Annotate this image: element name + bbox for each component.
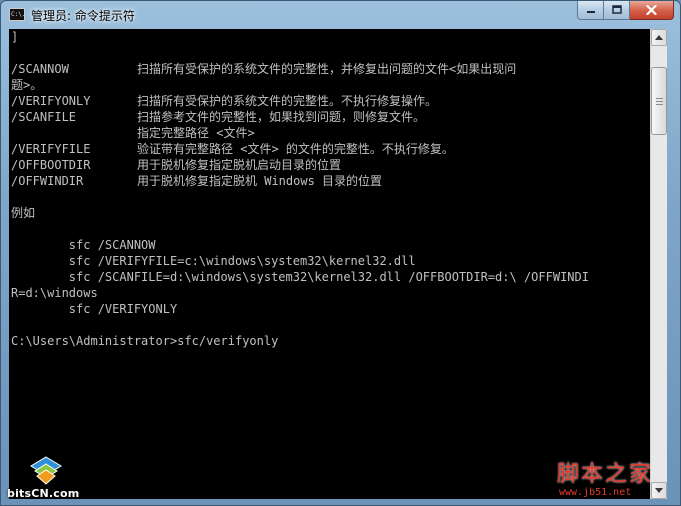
console-switch-description: 扫描所有受保护的系统文件的完整性。不执行修复操作。 bbox=[137, 94, 438, 108]
minimize-icon bbox=[586, 11, 595, 13]
console-switch-description: 指定完整路径 <文件> bbox=[137, 126, 255, 140]
console-switch: /OFFWINDIR bbox=[11, 174, 84, 188]
console-switch-description: 用于脱机修复指定脱机 Windows 目录的位置 bbox=[137, 174, 383, 188]
console-line: sfc /SCANFILE=d:\windows\system32\kernel… bbox=[11, 270, 589, 284]
minimize-button[interactable] bbox=[577, 1, 604, 20]
grip-line bbox=[656, 104, 663, 105]
console-line: C:\Users\Administrator>sfc/verifyonly bbox=[11, 334, 279, 348]
console-switch-description: 扫描参考文件的完整性，如果找到问题，则修复文件。 bbox=[137, 110, 426, 124]
bitscn-watermark: bitsCN.com bbox=[5, 456, 95, 504]
command-prompt-window: C:\. 管理员: 命令提示符 ] /SCANNOW 扫描所有受保护的系统文件的完整… bbox=[0, 0, 681, 506]
console-line: 题>。 bbox=[11, 78, 43, 92]
vertical-scrollbar[interactable] bbox=[650, 29, 667, 499]
grip-line bbox=[656, 101, 663, 102]
cmd-app-icon[interactable]: C:\. bbox=[9, 8, 25, 21]
window-controls bbox=[577, 1, 674, 21]
console-line: /SCANFILE 扫描参考文件的完整性，如果找到问题，则修复文件。 bbox=[11, 109, 650, 125]
console-line: /SCANNOW 扫描所有受保护的系统文件的完整性，并修复出问题的文件<如果出现问 bbox=[11, 61, 650, 77]
jb51-watermark-title: 脚本之家 bbox=[557, 462, 654, 487]
console-line: sfc /VERIFYONLY bbox=[11, 302, 178, 316]
close-button[interactable] bbox=[630, 1, 674, 20]
console-switch: /VERIFYONLY bbox=[11, 94, 91, 108]
title-bar[interactable]: C:\. 管理员: 命令提示符 bbox=[1, 1, 680, 29]
arrow-up-icon bbox=[655, 35, 663, 40]
console-text: ] /SCANNOW 扫描所有受保护的系统文件的完整性，并修复出问题的文件<如果出现… bbox=[9, 29, 650, 349]
bitscn-logo-icon bbox=[30, 456, 62, 485]
maximize-button[interactable] bbox=[604, 1, 630, 20]
console-line: sfc /VERIFYFILE=c:\windows\system32\kern… bbox=[11, 254, 416, 268]
console-line: /VERIFYFILE 验证带有完整路径 <文件> 的文件的完整性。不执行修复。 bbox=[11, 141, 650, 157]
console-switch-description: 扫描所有受保护的系统文件的完整性，并修复出问题的文件<如果出现问 bbox=[137, 62, 517, 76]
scroll-up-button[interactable] bbox=[651, 29, 667, 46]
jb51-watermark: 脚本之家 www.jb51.net bbox=[557, 456, 677, 504]
grip-line bbox=[656, 98, 663, 99]
console-line: 例如 bbox=[11, 206, 36, 220]
console-switch-description: 验证带有完整路径 <文件> 的文件的完整性。不执行修复。 bbox=[137, 142, 454, 156]
console-line: /OFFBOOTDIR 用于脱机修复指定脱机启动目录的位置 bbox=[11, 157, 650, 173]
bitscn-watermark-text: bitsCN.com bbox=[7, 487, 80, 500]
console-line: 指定完整路径 <文件> bbox=[11, 125, 650, 141]
console-line: /VERIFYONLY 扫描所有受保护的系统文件的完整性。不执行修复操作。 bbox=[11, 93, 650, 109]
window-title: 管理员: 命令提示符 bbox=[31, 9, 135, 23]
console-line: sfc /SCANNOW bbox=[11, 238, 156, 252]
close-icon bbox=[646, 5, 657, 15]
console-output[interactable]: ] /SCANNOW 扫描所有受保护的系统文件的完整性，并修复出问题的文件<如果出现… bbox=[9, 29, 650, 499]
console-switch-description: 用于脱机修复指定脱机启动目录的位置 bbox=[137, 158, 342, 172]
console-line: /OFFWINDIR 用于脱机修复指定脱机 Windows 目录的位置 bbox=[11, 173, 650, 189]
console-line: R=d:\windows bbox=[11, 286, 98, 300]
console-switch: /VERIFYFILE bbox=[11, 142, 91, 156]
console-switch: /OFFBOOTDIR bbox=[11, 158, 91, 172]
console-switch: /SCANNOW bbox=[11, 62, 69, 76]
console-switch: /SCANFILE bbox=[11, 110, 77, 124]
console-line: ] bbox=[11, 30, 19, 44]
jb51-watermark-url: www.jb51.net bbox=[559, 487, 632, 498]
scroll-thumb[interactable] bbox=[651, 67, 667, 135]
maximize-icon bbox=[611, 5, 622, 14]
